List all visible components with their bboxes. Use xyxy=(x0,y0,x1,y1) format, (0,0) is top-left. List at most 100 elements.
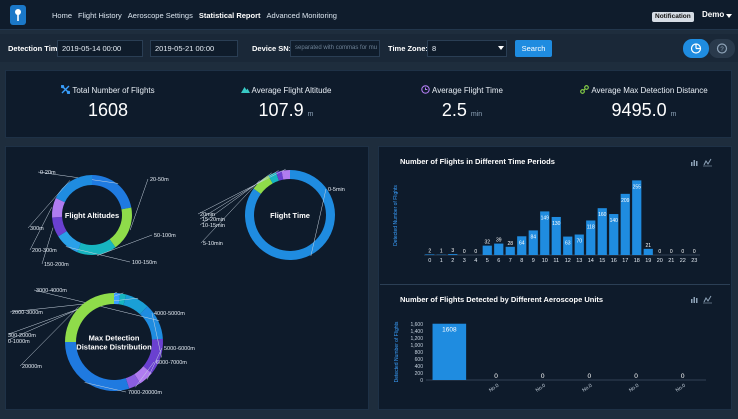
x-tick-label: 13 xyxy=(576,258,582,264)
slice-label: 150-200m xyxy=(44,262,69,268)
main-nav: Home Flight History Aeroscope Settings S… xyxy=(52,0,343,30)
donut-slice[interactable] xyxy=(55,175,92,203)
bar-value-label: 0 xyxy=(634,373,638,380)
x-tick-label: 2 xyxy=(451,258,454,264)
stat-value: 1608 xyxy=(87,100,129,120)
pie-chart-icon xyxy=(690,43,702,54)
summary-stats: Total Number of Flights 1608 Average Fli… xyxy=(5,70,732,138)
bar-value-label: 21 xyxy=(645,243,651,249)
x-tick-label: 20 xyxy=(657,258,663,264)
bar-value-label: 149 xyxy=(541,215,550,221)
stat-value: 107.9 xyxy=(258,100,304,120)
timezone-select[interactable]: 8 xyxy=(427,40,507,57)
slice-label: 5000-6000m xyxy=(164,346,195,352)
bar[interactable] xyxy=(505,246,515,255)
donut-slice[interactable] xyxy=(77,239,116,255)
x-tick-label: 15 xyxy=(599,258,605,264)
start-time-input[interactable]: 2019-05-14 00:00 xyxy=(57,40,143,57)
slice-label: 20-50m xyxy=(150,177,169,183)
bar-value-label: 0 xyxy=(670,249,673,255)
slice-label: 50-100m xyxy=(154,233,176,239)
time-periods-bar-chart: Detected Number of Flights20113203043253… xyxy=(393,180,700,264)
x-tick-label: 5 xyxy=(486,258,489,264)
x-tick-label: 11 xyxy=(553,258,559,264)
chart-type-toggle[interactable] xyxy=(690,295,720,304)
chart-view-button[interactable] xyxy=(683,39,709,58)
nav-flight-history[interactable]: Flight History xyxy=(78,11,122,20)
bar[interactable] xyxy=(448,254,458,255)
search-button[interactable]: Search xyxy=(515,40,552,57)
nav-aeroscope-settings[interactable]: Aeroscope Settings xyxy=(128,11,193,20)
aeroscope-logo-icon[interactable] xyxy=(10,5,26,25)
x-tick-label: No.0 xyxy=(581,383,593,394)
stat-average-altitude: Average Flight Altitude 107.9 m xyxy=(196,71,376,139)
x-tick-label: 4 xyxy=(474,258,477,264)
nav-statistical-report[interactable]: Statistical Report xyxy=(199,11,261,20)
x-tick-label: 17 xyxy=(622,258,628,264)
flight-time-chart: 0-5min5-10min10-15min15-20min20min Flight… xyxy=(197,168,345,260)
device-sn-input[interactable]: separated with commas for mu xyxy=(290,40,380,57)
aeroscope-units-bar-chart: Detected Number of Flights 02004006008001… xyxy=(394,321,706,394)
x-tick-label: 9 xyxy=(532,258,535,264)
bar[interactable] xyxy=(632,180,642,255)
bar[interactable] xyxy=(494,243,504,255)
x-tick-label: 19 xyxy=(645,258,651,264)
line-chart-icon[interactable] xyxy=(703,158,712,167)
stat-average-max-distance: Average Max Detection Distance 9495.0 m xyxy=(554,71,734,139)
x-tick-label: No.0 xyxy=(535,383,547,394)
bar-value-label: 0 xyxy=(693,249,696,255)
user-menu[interactable]: Demo xyxy=(702,10,724,19)
x-tick-label: 3 xyxy=(463,258,466,264)
y-tick-label: 600 xyxy=(415,357,424,363)
x-tick-label: 6 xyxy=(497,258,500,264)
bar-value-label: 255 xyxy=(633,184,642,190)
chevron-down-icon xyxy=(498,46,504,50)
donut-center-title: Max Detection xyxy=(89,334,140,343)
bar-chart-icon[interactable] xyxy=(691,297,698,303)
help-view-button[interactable]: ? xyxy=(709,39,735,58)
bar[interactable] xyxy=(482,245,492,255)
bar-value-label: 140 xyxy=(610,218,619,224)
y-axis-label: Detected Number of Flights xyxy=(393,185,399,246)
bar[interactable] xyxy=(425,254,435,255)
slice-leader-line xyxy=(197,168,286,215)
slice-label: 300m xyxy=(30,226,44,232)
slice-label: 0-20m xyxy=(40,170,56,176)
slice-label: 300-2000m xyxy=(8,333,36,339)
bar-value-label: 39 xyxy=(496,238,502,244)
x-tick-label: 14 xyxy=(588,258,594,264)
bar-chart-icon[interactable] xyxy=(691,160,698,166)
bar-value-label: 2 xyxy=(428,248,431,254)
slice-label: 2000-3000m xyxy=(12,310,43,316)
bar-value-label: 0 xyxy=(681,249,684,255)
x-tick-label: 0 xyxy=(428,258,431,264)
stat-title: Average Flight Altitude xyxy=(251,86,332,95)
bar[interactable] xyxy=(643,248,653,255)
x-tick-label: 18 xyxy=(634,258,640,264)
line-chart-icon[interactable] xyxy=(703,295,712,304)
chevron-down-icon[interactable] xyxy=(726,14,732,18)
donut-slice[interactable] xyxy=(92,175,132,210)
nav-advanced-monitoring[interactable]: Advanced Monitoring xyxy=(267,11,337,20)
y-axis-label: Detected Number of Flights xyxy=(394,321,400,382)
stat-value: 9495.0 xyxy=(611,100,667,120)
bar-value-label: 118 xyxy=(587,224,595,230)
notification-badge[interactable]: Notification xyxy=(652,12,694,22)
bar-value-label: 1 xyxy=(440,249,443,255)
nav-home[interactable]: Home xyxy=(52,11,72,20)
stat-average-flight-time: Average Flight Time 2.5 min xyxy=(372,71,552,139)
bar-value-label: 64 xyxy=(519,240,525,246)
device-sn-label: Device SN: xyxy=(252,44,292,53)
end-time-input[interactable]: 2019-05-21 00:00 xyxy=(150,40,238,57)
bar-value-label: 0 xyxy=(474,249,477,255)
y-tick-label: 1,000 xyxy=(410,343,423,349)
y-tick-label: 200 xyxy=(415,371,424,377)
donut-center-title: Flight Time xyxy=(270,211,310,220)
chart-type-toggle[interactable] xyxy=(690,158,720,167)
x-tick-label: 12 xyxy=(565,258,571,264)
slice-label: 6000-7000m xyxy=(156,360,187,366)
stat-title: Total Number of Flights xyxy=(72,86,155,95)
x-tick-label: 21 xyxy=(668,258,674,264)
x-tick-label: 16 xyxy=(611,258,617,264)
max-detection-distance-chart: 0-1000m300-2000m 2000-3000m 3000-4000m 4000… xyxy=(8,288,195,396)
